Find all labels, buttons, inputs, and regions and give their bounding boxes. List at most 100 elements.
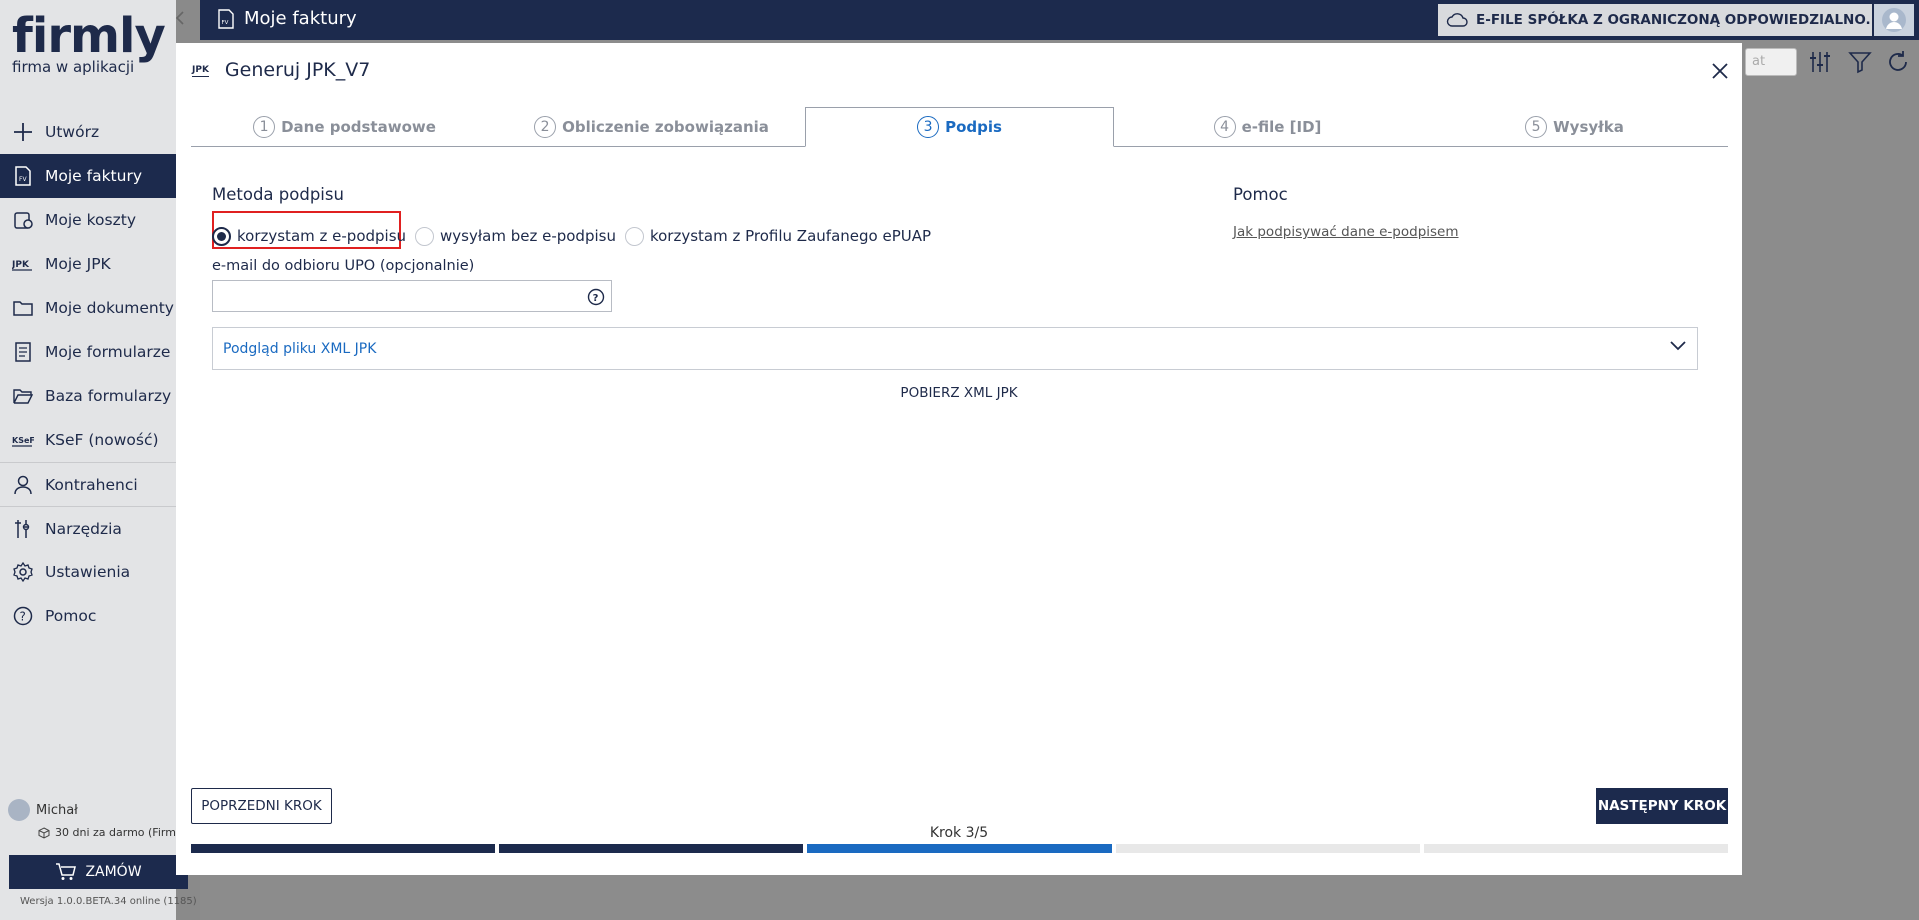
help-icon: ? (12, 605, 34, 627)
logo-wordmark: firmly (12, 8, 166, 64)
question-icon[interactable]: ? (587, 288, 605, 306)
cloud-icon (1446, 13, 1468, 27)
sidebar-item-ksef[interactable]: KSeF KSeF (nowość) (0, 418, 176, 462)
xml-preview-accordion[interactable]: Podgląd pliku XML JPK (212, 327, 1698, 370)
sidebar-item-label: Kontrahenci (45, 475, 138, 494)
avatar-icon (1882, 8, 1906, 32)
svg-text:?: ? (20, 610, 26, 624)
signature-method-title: Metoda podpisu (212, 185, 344, 204)
svg-text:FV: FV (19, 176, 27, 183)
radio-epuap-profile[interactable]: korzystam z Profilu Zaufanego ePUAP (624, 226, 932, 246)
refresh-icon[interactable] (1886, 50, 1910, 74)
sidebar-item-contractors[interactable]: Kontrahenci (0, 462, 176, 506)
tools-icon (12, 518, 34, 540)
accordion-label: Podgląd pliku XML JPK (223, 340, 377, 357)
svg-text:KSeF: KSeF (12, 436, 34, 445)
background-search-input[interactable]: at (1745, 48, 1797, 76)
help-link-e-signature[interactable]: Jak podpisywać dane e-podpisem (1233, 224, 1459, 240)
sidebar-item-label: Pomoc (45, 607, 97, 625)
modal-title: Generuj JPK_V7 (224, 59, 371, 81)
logo[interactable]: firmly firma w aplikacji (12, 8, 166, 76)
sidebar-item-label: Narzędzia (45, 519, 122, 538)
sidebar-item-label: KSeF (nowość) (45, 431, 159, 449)
order-button-label: ZAMÓW (85, 864, 142, 880)
sidebar-item-label: Moje dokumenty (45, 299, 174, 317)
version-text: Wersja 1.0.0.BETA.34 online (1185) (20, 896, 197, 907)
sidebar-item-invoices[interactable]: FV Moje faktury (0, 154, 176, 198)
chevron-left-icon (175, 11, 184, 25)
company-selector[interactable]: E-FILE SPÓŁKA Z OGRANICZONĄ ODPOWIEDZIAL… (1438, 4, 1872, 36)
sidebar-item-settings[interactable]: Ustawienia (0, 550, 176, 594)
progress-segment (1115, 844, 1420, 853)
collapse-sidebar-button[interactable] (174, 10, 194, 30)
previous-step-button[interactable]: POPRZEDNI KROK (191, 788, 332, 824)
costs-icon (12, 209, 34, 231)
progress-segment (191, 844, 496, 853)
sidebar-item-forms[interactable]: Moje formularze (0, 330, 176, 374)
radio-circle (212, 226, 231, 246)
generate-jpk-modal: JPK Generuj JPK_V7 1 Dane podstawowe 2 O… (176, 43, 1742, 875)
close-icon (1712, 63, 1728, 79)
sidebar-item-tools[interactable]: Narzędzia (0, 506, 176, 550)
step-number: 1 (253, 115, 276, 138)
page-title-text: Moje faktury (244, 8, 357, 29)
step-number: 5 (1525, 115, 1548, 138)
sidebar-item-costs[interactable]: Moje koszty (0, 198, 176, 242)
tab-efile-id[interactable]: 4 e-file [ID] (1114, 107, 1421, 146)
sidebar-item-label: Moje koszty (45, 211, 136, 229)
filter-icon[interactable] (1848, 50, 1872, 74)
top-bar: FV Moje faktury E-FILE SPÓŁKA Z OGRANICZ… (200, 0, 1919, 40)
tab-label: e-file [ID] (1241, 117, 1322, 136)
sidebar-item-label: Moje formularze (45, 343, 171, 361)
tab-label: Podpis (945, 118, 1002, 136)
sidebar-item-jpk[interactable]: JPK Moje JPK (0, 242, 176, 286)
email-field[interactable] (213, 281, 573, 311)
chevron-down-icon (1669, 340, 1687, 352)
radio-circle (415, 226, 435, 246)
avatar (8, 799, 30, 821)
person-icon (12, 474, 34, 496)
wizard-tabs: 1 Dane podstawowe 2 Obliczenie zobowiąza… (191, 107, 1728, 147)
ksef-icon: KSeF (12, 429, 34, 451)
user-avatar-button[interactable] (1874, 4, 1914, 36)
tab-signature[interactable]: 3 Podpis (805, 107, 1114, 147)
step-number: 4 (1213, 115, 1236, 138)
order-button[interactable]: ZAMÓW (9, 855, 188, 889)
step-number: 2 (534, 115, 557, 138)
download-xml-link[interactable]: POBIERZ XML JPK (176, 385, 1742, 401)
page-title: FV Moje faktury (218, 8, 357, 29)
invoice-icon: FV (12, 165, 34, 187)
tab-basic-data[interactable]: 1 Dane podstawowe (191, 107, 498, 146)
close-button[interactable] (1710, 61, 1730, 81)
radio-label: korzystam z e-podpisu (237, 227, 407, 245)
tab-sending[interactable]: 5 Wysyłka (1421, 107, 1728, 146)
sidebar-item-form-base[interactable]: Baza formularzy (0, 374, 176, 418)
invoice-icon: FV (218, 8, 234, 29)
progress-segment (807, 844, 1112, 853)
radio-label: korzystam z Profilu Zaufanego ePUAP (649, 227, 932, 245)
svg-text:FV: FV (222, 20, 229, 26)
sidebar-item-help[interactable]: ? Pomoc (0, 594, 176, 638)
sidebar-item-label: Moje JPK (45, 255, 111, 273)
box-icon (38, 826, 50, 839)
sidebar-item-label: Utwórz (45, 123, 100, 141)
user-info[interactable]: Michał (8, 799, 78, 821)
sidebar-item-create[interactable]: Utwórz (0, 110, 176, 154)
sidebar-item-documents[interactable]: Moje dokumenty (0, 286, 176, 330)
next-step-button[interactable]: NASTĘPNY KROK (1596, 788, 1728, 824)
radio-circle (624, 226, 644, 246)
progress-segment (499, 844, 804, 853)
gear-icon (12, 561, 34, 583)
tab-label: Obliczenie zobowiązania (562, 117, 769, 136)
signature-method-radios: korzystam z e-podpisu wysyłam bez e-podp… (212, 223, 940, 249)
plus-icon (12, 121, 34, 143)
trial-text: 30 dni za darmo (Firml (55, 826, 179, 839)
folder-open-icon (12, 385, 34, 407)
radio-no-signature[interactable]: wysyłam bez e-podpisu (415, 226, 616, 246)
jpk-icon: JPK (12, 253, 34, 275)
modal-header: JPK Generuj JPK_V7 (192, 59, 370, 81)
sliders-icon[interactable] (1808, 50, 1832, 74)
radio-e-signature[interactable]: korzystam z e-podpisu (212, 226, 407, 246)
sidebar-item-label: Ustawienia (45, 563, 131, 581)
tab-liability-calculation[interactable]: 2 Obliczenie zobowiązania (498, 107, 805, 146)
